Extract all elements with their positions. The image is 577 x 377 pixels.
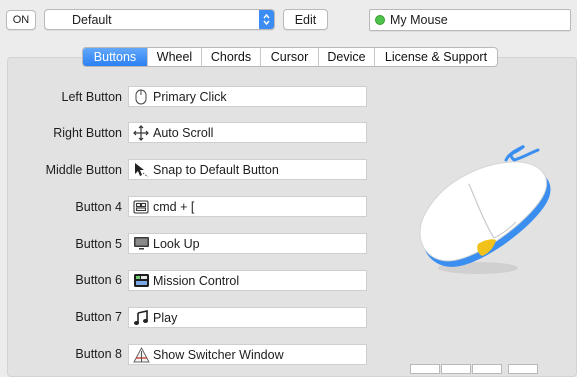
tab-wheel[interactable]: Wheel (147, 48, 201, 66)
snap-cursor-icon (132, 160, 150, 179)
chevron-up-down-icon (259, 10, 274, 29)
button-7-action-field[interactable]: Play (128, 307, 367, 328)
button-5-label: Button 5 (75, 237, 122, 251)
button-4-action: cmd + [ (153, 199, 195, 214)
device-status-icon (375, 15, 385, 25)
bottom-button-1[interactable] (410, 364, 440, 374)
button-4-action-field[interactable]: cmd + [ (128, 196, 367, 217)
tab-bar: Buttons Wheel Chords Cursor Device Licen… (82, 47, 498, 67)
button-7-label: Button 7 (75, 310, 122, 324)
tab-cursor[interactable]: Cursor (260, 48, 318, 66)
move-arrows-icon (132, 123, 150, 142)
button-5-action: Look Up (153, 236, 200, 251)
mouse-illustration (398, 130, 558, 283)
button-4-label: Button 4 (75, 200, 122, 214)
device-selector[interactable]: My Mouse (369, 9, 571, 31)
button-6-action: Mission Control (153, 273, 240, 288)
button-8-action: Show Switcher Window (153, 347, 284, 362)
button-8-action-field[interactable]: Show Switcher Window (128, 344, 367, 365)
tab-license-support[interactable]: License & Support (374, 48, 497, 66)
profile-select[interactable]: Default (44, 9, 275, 30)
mouse-icon (132, 87, 150, 106)
tab-device[interactable]: Device (318, 48, 374, 66)
tab-buttons[interactable]: Buttons (83, 48, 147, 66)
left-button-label: Left Button (61, 90, 122, 104)
tab-chords[interactable]: Chords (201, 48, 260, 66)
button-7-action: Play (153, 310, 178, 325)
left-button-action-field[interactable]: Primary Click (128, 86, 367, 107)
on-toggle-button[interactable]: ON (6, 10, 36, 30)
music-note-icon (132, 308, 150, 327)
button-5-action-field[interactable]: Look Up (128, 233, 367, 254)
monitor-icon (132, 234, 150, 253)
bottom-button-2[interactable] (441, 364, 471, 374)
profile-select-value: Default (72, 12, 112, 27)
right-button-action-field[interactable]: Auto Scroll (128, 122, 367, 143)
switcher-app-icon (132, 345, 150, 364)
device-name: My Mouse (390, 13, 448, 27)
middle-button-action: Snap to Default Button (153, 162, 279, 177)
right-button-action: Auto Scroll (153, 125, 214, 140)
keyboard-icon (132, 197, 150, 216)
mission-control-icon (132, 271, 150, 290)
right-button-label: Right Button (53, 126, 122, 140)
bottom-button-3[interactable] (472, 364, 502, 374)
middle-button-label: Middle Button (45, 163, 122, 177)
left-button-action: Primary Click (153, 89, 227, 104)
button-8-label: Button 8 (75, 347, 122, 361)
button-6-label: Button 6 (75, 273, 122, 287)
edit-button[interactable]: Edit (283, 9, 328, 30)
button-6-action-field[interactable]: Mission Control (128, 270, 367, 291)
bottom-button-4[interactable] (508, 364, 538, 374)
middle-button-action-field[interactable]: Snap to Default Button (128, 159, 367, 180)
